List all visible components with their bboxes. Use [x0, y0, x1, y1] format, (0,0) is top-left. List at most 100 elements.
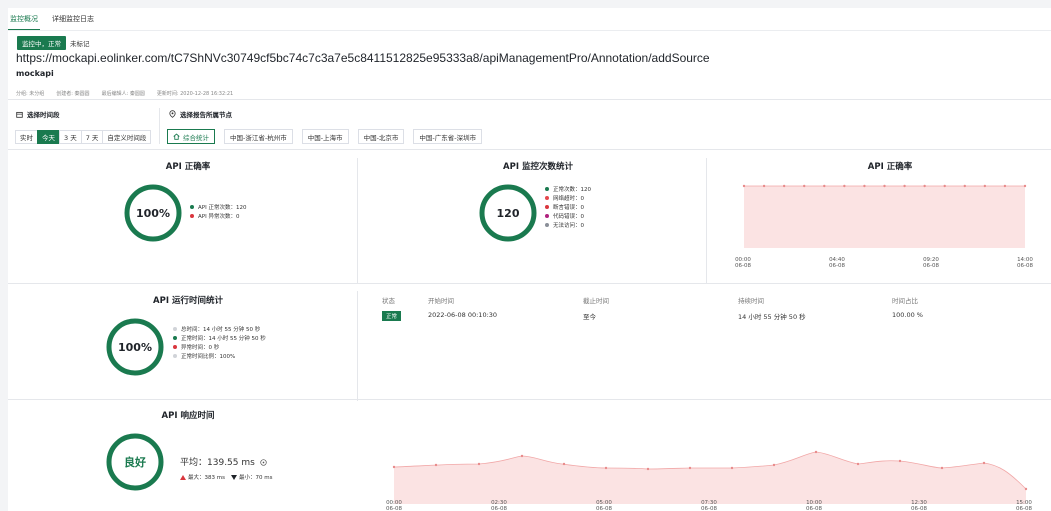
legend-item: 无法访问：0 — [545, 220, 591, 229]
meta-editor: 最后编辑人: 秦圆圆 — [101, 91, 145, 97]
legend-item: API 异常次数：0 — [190, 211, 246, 220]
response-point — [646, 467, 650, 471]
accuracy-point — [903, 184, 906, 188]
legend-label: 网络超时：0 — [553, 195, 584, 202]
resp-tick-4: 07:30 06-08 — [694, 500, 724, 511]
legend-label: 代码错误：0 — [553, 213, 584, 220]
resp-tick-6: 12:30 06-08 — [904, 500, 934, 511]
node-btn-shenzhen[interactable]: 中国-广东省-深圳市 — [413, 129, 483, 144]
legend-item: 正常次数：120 — [545, 184, 591, 193]
legend-dot — [173, 335, 177, 340]
section-divider — [8, 283, 1051, 284]
legend-label: 总时间：14 小时 55 分钟 50 秒 — [181, 326, 261, 333]
resp-tick-1: 00:00 06-08 — [379, 500, 409, 511]
tick-date: 06-08 — [911, 506, 927, 511]
response-point — [856, 462, 860, 466]
mark-label: 未标记 — [70, 40, 90, 48]
time-btn-realtime[interactable]: 实时 — [15, 130, 38, 144]
arrow-up-icon — [180, 474, 186, 480]
node-btn-beijing[interactable]: 中国-北京市 — [357, 129, 405, 144]
time-range-buttons: 实时 今天 3 天 7 天 自定义时间段 — [15, 130, 152, 144]
node-btn-hangzhou[interactable]: 中国-浙江省-杭州市 — [224, 129, 293, 144]
accuracy-trend-title: API 正确率 — [867, 162, 913, 172]
legend-dot — [545, 186, 549, 191]
meta-updated: 更新时间: 2020-12-28 16:32:21 — [156, 91, 234, 97]
legend-dot — [173, 326, 177, 331]
time-btn-7days[interactable]: 7 天 — [80, 130, 104, 144]
accuracy-point — [883, 184, 886, 188]
response-point — [940, 466, 944, 470]
response-point — [898, 459, 902, 463]
accuracy-area — [744, 186, 1025, 248]
response-point — [772, 463, 776, 467]
time-btn-custom[interactable]: 自定义时间段 — [102, 130, 152, 144]
calendar-icon — [16, 111, 23, 118]
node-btn-overall[interactable]: 综合统计 — [167, 129, 215, 144]
tick-date: 06-08 — [491, 506, 507, 511]
accuracy-point — [742, 184, 746, 188]
acc-tick-3: 09:20 06-08 — [916, 257, 946, 269]
accuracy-point — [762, 184, 766, 188]
table-header-start: 开始时间 — [428, 297, 454, 305]
legend-item: 正常时间比例：100% — [173, 351, 266, 360]
accuracy-card-title: API 正确率 — [165, 162, 211, 172]
node-label-text: 选择报告所属节点 — [180, 111, 232, 119]
accuracy-point — [983, 184, 987, 188]
response-point — [814, 450, 818, 454]
node-buttons: 综合统计 中国-浙江省-杭州市 中国-上海市 中国-北京市 中国-广东省-深圳市 — [167, 129, 483, 144]
accuracy-point — [1023, 184, 1027, 188]
runtime-legend: 总时间：14 小时 55 分钟 50 秒 正常时间：14 小时 55 分钟 50… — [173, 324, 266, 360]
tick-date: 06-08 — [1017, 263, 1033, 269]
node-btn-shanghai[interactable]: 中国-上海市 — [301, 129, 349, 144]
accuracy-point — [963, 184, 966, 188]
response-point — [477, 462, 481, 466]
api-name: mockapi — [16, 69, 54, 78]
min-item: 最小：70 ms — [230, 473, 272, 481]
accuracy-donut-value: 100% — [136, 206, 170, 220]
tick-date: 06-08 — [806, 506, 822, 511]
monitor-donut-value: 120 — [496, 206, 520, 220]
row-duration: 14 小时 55 分钟 50 秒 — [738, 313, 806, 321]
accuracy-legend: API 正常次数：120 API 异常次数：0 — [190, 202, 246, 220]
monitor-legend: 正常次数：120 网络超时：0 断言错误：0 代码错误：0 无法访问：0 — [545, 184, 591, 229]
time-btn-today[interactable]: 今天 — [37, 130, 60, 144]
legend-dot — [545, 195, 549, 200]
time-btn-3days[interactable]: 3 天 — [59, 130, 82, 144]
acc-tick-4: 14:00 06-08 — [1010, 257, 1040, 269]
tab-overview[interactable]: 监控概况 — [8, 12, 40, 30]
legend-dot — [173, 353, 177, 358]
tick-date: 06-08 — [1016, 506, 1032, 511]
tick-date: 06-08 — [386, 506, 402, 511]
legend-item: 代码错误：0 — [545, 211, 591, 220]
legend-label: 断言错误：0 — [553, 204, 584, 211]
tick-date: 06-08 — [829, 263, 845, 269]
response-grade: 良好 — [124, 456, 146, 469]
accuracy-point — [923, 184, 926, 188]
runtime-card-title: API 运行时间统计 — [153, 296, 223, 306]
tab-divider — [8, 30, 1051, 31]
avg-label: 平均： — [180, 458, 208, 468]
card-divider — [706, 158, 707, 284]
legend-item: 异常时间：0 秒 — [173, 342, 266, 351]
card-divider — [357, 291, 358, 401]
resp-tick-5: 10:00 06-08 — [799, 500, 829, 511]
acc-tick-1: 00:00 06-08 — [728, 257, 758, 269]
section-divider — [8, 149, 1051, 150]
location-pin-icon — [169, 110, 176, 118]
resp-tick-7: 15:00 06-08 — [1009, 500, 1039, 511]
legend-label: 无法访问：0 — [553, 222, 584, 229]
accuracy-point — [863, 184, 866, 188]
node-label: 选择报告所属节点 — [169, 109, 232, 119]
section-divider — [8, 99, 1051, 100]
legend-dot — [545, 222, 549, 227]
resp-tick-2: 02:30 06-08 — [484, 500, 514, 511]
row-status-badge: 正常 — [382, 311, 402, 321]
accuracy-point — [823, 184, 826, 188]
tab-detail-log[interactable]: 详细监控日志 — [50, 12, 96, 30]
legend-item: 正常时间：14 小时 55 分钟 50 秒 — [173, 333, 266, 342]
legend-item: API 正常次数：120 — [190, 202, 246, 211]
monitor-card-title: API 监控次数统计 — [503, 162, 573, 172]
api-url: https://mockapi.eolinker.com/tC7ShNVc307… — [16, 51, 710, 65]
info-icon[interactable] — [260, 459, 267, 466]
legend-label: 异常时间：0 秒 — [181, 344, 220, 351]
